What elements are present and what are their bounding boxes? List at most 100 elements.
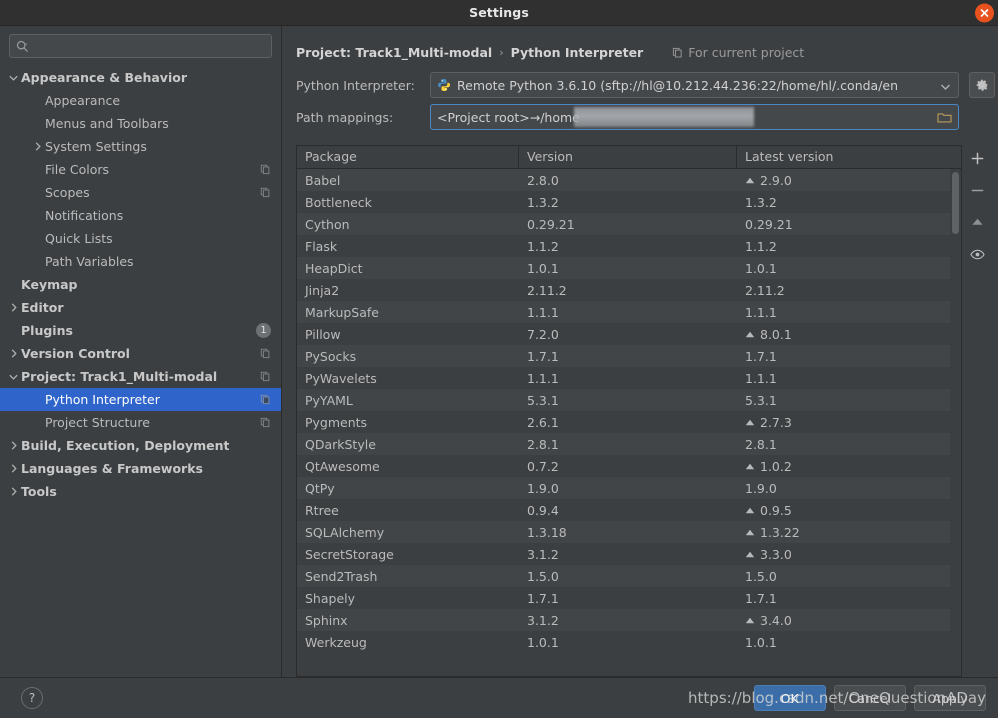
cell-package: HeapDict: [297, 261, 519, 276]
cell-version: 1.7.1: [519, 591, 737, 606]
interpreter-settings-button[interactable]: [969, 72, 995, 98]
table-row[interactable]: Pillow7.2.08.0.1: [297, 323, 961, 345]
chevron-down-icon[interactable]: [937, 78, 954, 93]
table-row[interactable]: QDarkStyle2.8.12.8.1: [297, 433, 961, 455]
cell-version: 1.3.2: [519, 195, 737, 210]
breadcrumb-project[interactable]: Project: Track1_Multi-modal: [296, 45, 492, 60]
packages-scrollbar[interactable]: [950, 169, 961, 676]
table-row[interactable]: Jinja22.11.22.11.2: [297, 279, 961, 301]
sidebar-item-version-control[interactable]: Version Control: [0, 342, 281, 365]
sidebar-item-appearance[interactable]: Appearance: [0, 89, 281, 112]
sidebar-item-label: Appearance: [45, 93, 120, 108]
table-row[interactable]: QtPy1.9.01.9.0: [297, 477, 961, 499]
search-input[interactable]: [33, 39, 265, 53]
sidebar-item-appearance-behavior[interactable]: Appearance & Behavior: [0, 66, 281, 89]
table-row[interactable]: Werkzeug1.0.11.0.1: [297, 631, 961, 653]
table-row[interactable]: Shapely1.7.11.7.1: [297, 587, 961, 609]
path-mappings-field[interactable]: <Project root>→/home: [430, 104, 959, 130]
interpreter-row: Python Interpreter: Remote Python 3.6.10…: [282, 72, 998, 98]
sidebar-item-file-colors[interactable]: File Colors: [0, 158, 281, 181]
table-row[interactable]: PyYAML5.3.15.3.1: [297, 389, 961, 411]
latest-version-text: 8.0.1: [760, 327, 792, 342]
uninstall-package-button[interactable]: [966, 180, 988, 200]
search-box[interactable]: [9, 34, 272, 58]
ok-button[interactable]: OK: [754, 685, 826, 711]
table-row[interactable]: Babel2.8.02.9.0: [297, 169, 961, 191]
sidebar-item-keymap[interactable]: Keymap: [0, 273, 281, 296]
table-row[interactable]: Cython0.29.210.29.21: [297, 213, 961, 235]
help-button[interactable]: ?: [21, 687, 43, 709]
chevron-right-icon[interactable]: [6, 303, 21, 312]
table-row[interactable]: HeapDict1.0.11.0.1: [297, 257, 961, 279]
cell-latest-version: 2.11.2: [737, 283, 961, 298]
install-package-button[interactable]: [966, 148, 988, 168]
packages-scrollbar-thumb[interactable]: [952, 172, 959, 234]
cell-latest-version: 1.1.1: [737, 371, 961, 386]
chevron-right-icon[interactable]: [6, 487, 21, 496]
latest-version-text: 1.3.22: [760, 525, 800, 540]
sidebar-item-build-execution-deployment[interactable]: Build, Execution, Deployment: [0, 434, 281, 457]
sidebar-item-tools[interactable]: Tools: [0, 480, 281, 503]
cell-version: 1.3.18: [519, 525, 737, 540]
copy-icon: [260, 417, 271, 428]
cancel-button[interactable]: Cancel: [834, 685, 906, 711]
table-row[interactable]: Send2Trash1.5.01.5.0: [297, 565, 961, 587]
table-row[interactable]: PySocks1.7.11.7.1: [297, 345, 961, 367]
sidebar-item-project-track1-multi-modal[interactable]: Project: Track1_Multi-modal: [0, 365, 281, 388]
browse-path-button[interactable]: [937, 111, 954, 124]
cell-version: 1.0.1: [519, 635, 737, 650]
upgrade-package-button[interactable]: [966, 212, 988, 232]
sidebar-search-wrapper: [0, 26, 281, 64]
cell-version: 3.1.2: [519, 613, 737, 628]
chevron-down-icon[interactable]: [6, 75, 21, 81]
cell-latest-version: 2.8.1: [737, 437, 961, 452]
chevron-right-icon[interactable]: [30, 142, 45, 151]
chevron-down-icon[interactable]: [6, 374, 21, 380]
show-early-releases-button[interactable]: [966, 244, 988, 264]
sidebar-item-quick-lists[interactable]: Quick Lists: [0, 227, 281, 250]
gear-icon: [975, 78, 989, 92]
table-row[interactable]: SQLAlchemy1.3.181.3.22: [297, 521, 961, 543]
sidebar-item-system-settings[interactable]: System Settings: [0, 135, 281, 158]
sidebar-item-plugins[interactable]: Plugins1: [0, 319, 281, 342]
table-row[interactable]: Rtree0.9.40.9.5: [297, 499, 961, 521]
sidebar-item-editor[interactable]: Editor: [0, 296, 281, 319]
table-row[interactable]: PyWavelets1.1.11.1.1: [297, 367, 961, 389]
cell-version: 0.7.2: [519, 459, 737, 474]
sidebar-item-label: Scopes: [45, 185, 90, 200]
chevron-right-icon[interactable]: [6, 349, 21, 358]
cell-package: Cython: [297, 217, 519, 232]
sidebar-item-scopes[interactable]: Scopes: [0, 181, 281, 204]
sidebar-item-python-interpreter[interactable]: Python Interpreter: [0, 388, 281, 411]
table-row[interactable]: Bottleneck1.3.21.3.2: [297, 191, 961, 213]
table-row[interactable]: Pygments2.6.12.7.3: [297, 411, 961, 433]
cell-latest-version: 1.0.1: [737, 261, 961, 276]
column-header-package[interactable]: Package: [297, 146, 519, 168]
sidebar-item-project-structure[interactable]: Project Structure: [0, 411, 281, 434]
sidebar-item-label: Menus and Toolbars: [45, 116, 169, 131]
close-window-button[interactable]: [975, 3, 994, 22]
interpreter-dropdown[interactable]: Remote Python 3.6.10 (sftp://hl@10.212.4…: [430, 72, 959, 98]
chevron-right-icon[interactable]: [6, 441, 21, 450]
sidebar-item-languages-frameworks[interactable]: Languages & Frameworks: [0, 457, 281, 480]
cell-version: 5.3.1: [519, 393, 737, 408]
apply-button[interactable]: Apply: [914, 685, 986, 711]
sidebar-item-label: Path Variables: [45, 254, 134, 269]
sidebar-item-notifications[interactable]: Notifications: [0, 204, 281, 227]
cell-version: 2.8.0: [519, 173, 737, 188]
sidebar-item-label: Languages & Frameworks: [21, 461, 203, 476]
table-row[interactable]: Flask1.1.21.1.2: [297, 235, 961, 257]
table-row[interactable]: MarkupSafe1.1.11.1.1: [297, 301, 961, 323]
cell-package: Werkzeug: [297, 635, 519, 650]
cell-package: Babel: [297, 173, 519, 188]
table-row[interactable]: QtAwesome0.7.21.0.2: [297, 455, 961, 477]
table-row[interactable]: SecretStorage3.1.23.3.0: [297, 543, 961, 565]
table-row[interactable]: Sphinx3.1.23.4.0: [297, 609, 961, 631]
column-header-version[interactable]: Version: [519, 146, 737, 168]
chevron-right-icon[interactable]: [6, 464, 21, 473]
minus-icon: [971, 184, 984, 197]
sidebar-item-menus-and-toolbars[interactable]: Menus and Toolbars: [0, 112, 281, 135]
sidebar-item-path-variables[interactable]: Path Variables: [0, 250, 281, 273]
sidebar-item-label: Plugins: [21, 323, 73, 338]
column-header-latest-version[interactable]: Latest version: [737, 146, 961, 168]
